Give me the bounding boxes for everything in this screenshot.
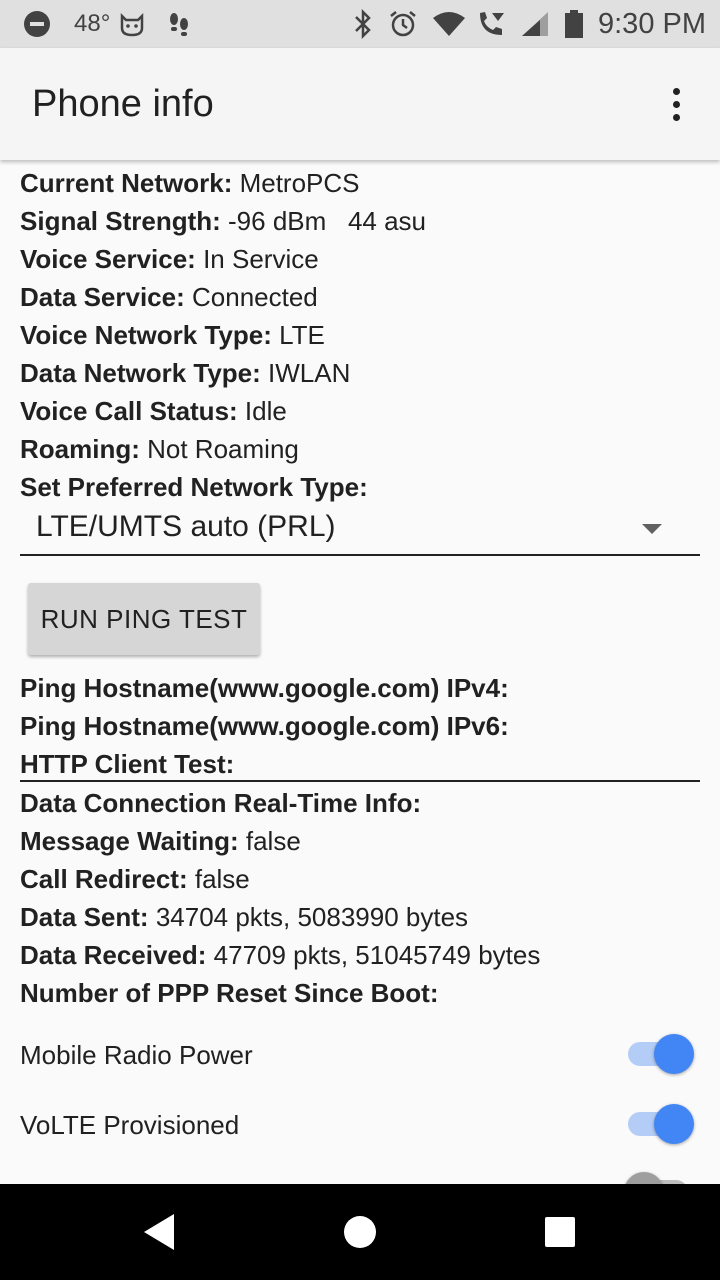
dnd-icon: [22, 0, 52, 48]
navigation-bar: [0, 1184, 720, 1280]
info-label: Ping Hostname(www.google.com) IPv4:: [20, 673, 509, 703]
app-bar: Phone info: [0, 48, 720, 160]
dot: [672, 100, 680, 108]
info-value: 34704 pkts, 5083990 bytes: [155, 902, 469, 932]
ping-ipv4-row: Ping Hostname(www.google.com) IPv4:: [20, 669, 509, 707]
run-ping-test-button[interactable]: RUN PING TEST: [28, 583, 260, 655]
alarm-icon: [388, 0, 418, 48]
temperature-icon: 48°: [74, 0, 110, 48]
dropdown-selected-value: LTE/UMTS auto (PRL): [36, 510, 336, 543]
info-value: -96 dBm 44 asu: [228, 206, 427, 236]
toggle-thumb: [654, 1034, 694, 1074]
bluetooth-icon: [352, 0, 374, 48]
info-label: HTTP Client Test:: [20, 749, 235, 779]
info-label: Call Redirect:: [20, 864, 188, 894]
info-row-voice-network-type: Voice Network Type: LTE: [20, 316, 325, 354]
info-value: 47709 pkts, 51045749 bytes: [213, 940, 541, 970]
status-bar: 48° 9:30 PM: [0, 0, 720, 48]
back-button[interactable]: [100, 1184, 220, 1280]
ping-ipv6-row: Ping Hostname(www.google.com) IPv6:: [20, 707, 509, 745]
info-value: In Service: [203, 244, 319, 274]
info-value: Connected: [192, 282, 318, 312]
clock-text: 9:30 PM: [598, 7, 706, 40]
dropdown-arrow-icon: [642, 524, 662, 534]
info-value: false: [194, 864, 250, 894]
info-row-data-service: Data Service: Connected: [20, 278, 318, 316]
wifi-icon: [432, 0, 466, 48]
temperature-text: 48°: [74, 10, 111, 37]
wifi-calling-icon: [476, 0, 508, 48]
info-value: Idle: [244, 396, 287, 426]
toggle-thumb: [624, 1172, 664, 1184]
ppp-reset-row: Number of PPP Reset Since Boot:: [20, 974, 439, 1012]
footprints-icon: [166, 0, 192, 48]
info-label: Number of PPP Reset Since Boot:: [20, 978, 439, 1008]
info-row-roaming: Roaming: Not Roaming: [20, 430, 299, 468]
toggle-thumb: [654, 1104, 694, 1144]
info-label: Signal Strength:: [20, 206, 221, 236]
info-label: Set Preferred Network Type:: [20, 472, 368, 502]
info-label: Data Connection Real-Time Info:: [20, 788, 422, 818]
info-label: Roaming:: [20, 434, 140, 464]
data-received-row: Data Received: 47709 pkts, 51045749 byte…: [20, 936, 540, 974]
info-label: Data Service:: [20, 282, 185, 312]
more-options-icon[interactable]: [656, 84, 696, 124]
signal-icon: [520, 0, 550, 48]
info-label: Data Network Type:: [20, 358, 261, 388]
info-row-current-network: Current Network: MetroPCS: [20, 164, 360, 202]
next-setting-toggle[interactable]: [624, 1172, 692, 1184]
home-button[interactable]: [300, 1184, 420, 1280]
preferred-network-type-dropdown[interactable]: LTE/UMTS auto (PRL): [20, 508, 700, 556]
data-connection-info-row: Data Connection Real-Time Info:: [20, 784, 421, 822]
info-value: Not Roaming: [147, 434, 299, 464]
volte-provisioned-toggle[interactable]: [628, 1104, 694, 1144]
info-label: Voice Service:: [20, 244, 196, 274]
recents-button[interactable]: [500, 1184, 620, 1280]
cat-face-icon: [118, 0, 146, 48]
info-value: false: [245, 826, 301, 856]
phone-info-content[interactable]: Current Network: MetroPCS Signal Strengt…: [0, 160, 720, 1184]
info-label: Voice Network Type:: [20, 320, 272, 350]
info-label: Ping Hostname(www.google.com) IPv6:: [20, 711, 509, 741]
back-icon: [144, 1214, 174, 1250]
dot: [672, 113, 680, 121]
divider: [20, 780, 700, 782]
info-label: Voice Call Status:: [20, 396, 238, 426]
info-row-data-network-type: Data Network Type: IWLAN: [20, 354, 350, 392]
info-value: LTE: [279, 320, 325, 350]
call-redirect-row: Call Redirect: false: [20, 860, 250, 898]
data-sent-row: Data Sent: 34704 pkts, 5083990 bytes: [20, 898, 468, 936]
recents-icon: [545, 1217, 575, 1247]
info-value: IWLAN: [268, 358, 351, 388]
info-value: MetroPCS: [239, 168, 360, 198]
info-label: Message Waiting:: [20, 826, 239, 856]
info-row-preferred-network-type: Set Preferred Network Type:: [20, 468, 368, 506]
http-client-test-row: HTTP Client Test:: [20, 745, 234, 783]
info-row-voice-service: Voice Service: In Service: [20, 240, 319, 278]
battery-icon: [564, 0, 584, 48]
info-label: Data Sent:: [20, 902, 149, 932]
message-waiting-row: Message Waiting: false: [20, 822, 301, 860]
info-row-signal-strength: Signal Strength: -96 dBm 44 asu: [20, 202, 426, 240]
mobile-radio-power-toggle[interactable]: [628, 1034, 694, 1074]
home-icon: [344, 1216, 376, 1248]
dot: [672, 87, 680, 95]
volte-provisioned-label: VoLTE Provisioned: [20, 1110, 240, 1140]
info-label: Current Network:: [20, 168, 233, 198]
page-title: Phone info: [32, 83, 214, 125]
mobile-radio-power-label: Mobile Radio Power: [20, 1040, 253, 1070]
info-row-voice-call-status: Voice Call Status: Idle: [20, 392, 287, 430]
info-label: Data Received:: [20, 940, 207, 970]
clock: 9:30 PM: [598, 0, 706, 48]
